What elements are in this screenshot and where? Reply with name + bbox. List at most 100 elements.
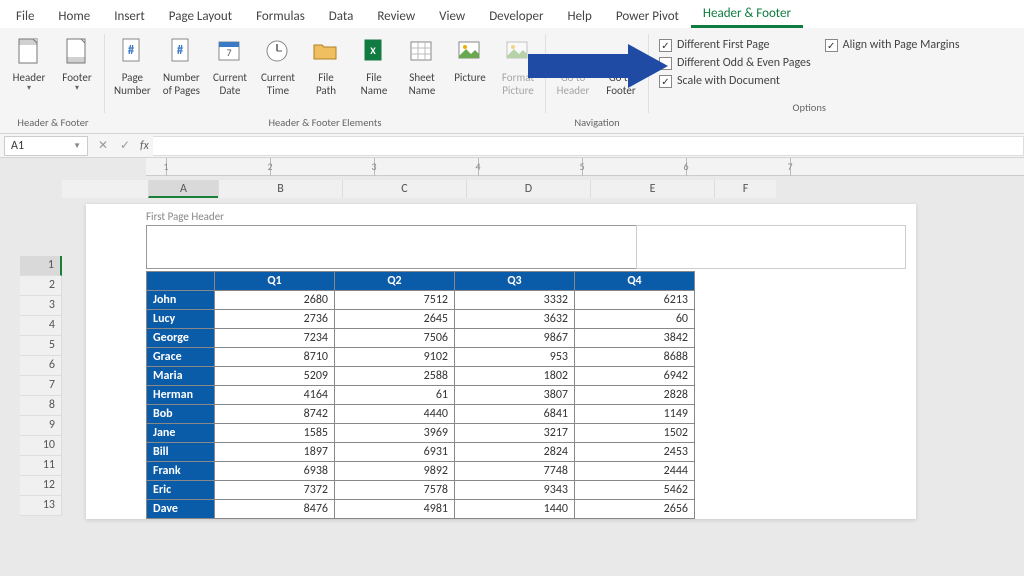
data-table[interactable]: Q1Q2Q3Q4 John2680751233326213 Lucy27362645… [146, 271, 695, 519]
row-header[interactable]: 4 [20, 316, 62, 336]
row-name-cell[interactable]: Bill [147, 443, 215, 462]
data-cell[interactable]: 2444 [575, 462, 695, 481]
data-cell[interactable]: 3807 [455, 386, 575, 405]
tab-formulas[interactable]: Formulas [244, 4, 317, 28]
tab-insert[interactable]: Insert [102, 4, 157, 28]
row-name-cell[interactable]: Jane [147, 424, 215, 443]
tab-review[interactable]: Review [365, 4, 427, 28]
data-cell[interactable]: 2656 [575, 500, 695, 519]
data-cell[interactable]: 2645 [335, 310, 455, 329]
tab-page-layout[interactable]: Page Layout [157, 4, 244, 28]
data-cell[interactable]: 7234 [215, 329, 335, 348]
data-cell[interactable]: 3332 [455, 291, 575, 310]
data-cell[interactable]: 61 [335, 386, 455, 405]
data-cell[interactable]: 9343 [455, 481, 575, 500]
data-cell[interactable]: 5462 [575, 481, 695, 500]
data-cell[interactable]: 7748 [455, 462, 575, 481]
data-cell[interactable]: 2453 [575, 443, 695, 462]
picture-button[interactable]: Picture [447, 30, 493, 113]
row-header[interactable]: 3 [20, 296, 62, 316]
tab-data[interactable]: Data [317, 4, 366, 28]
data-cell[interactable]: 8688 [575, 348, 695, 367]
row-name-cell[interactable]: Grace [147, 348, 215, 367]
data-cell[interactable]: 7506 [335, 329, 455, 348]
row-header[interactable]: 5 [20, 336, 62, 356]
fx-icon[interactable]: fx [140, 139, 149, 153]
data-cell[interactable]: 1802 [455, 367, 575, 386]
header-button[interactable]: Header▾ [6, 30, 52, 113]
data-cell[interactable]: 9892 [335, 462, 455, 481]
data-cell[interactable]: 3632 [455, 310, 575, 329]
row-name-cell[interactable]: Frank [147, 462, 215, 481]
footer-button[interactable]: Footer▾ [54, 30, 100, 113]
row-header[interactable]: 9 [20, 416, 62, 436]
row-name-cell[interactable]: Dave [147, 500, 215, 519]
sheet-name-button[interactable]: SheetName [399, 30, 445, 113]
file-name-button[interactable]: XFileName [351, 30, 397, 113]
table-header[interactable]: Q1 [215, 272, 335, 291]
column-header-a[interactable]: A [148, 180, 218, 198]
row-name-cell[interactable]: Bob [147, 405, 215, 424]
row-name-cell[interactable]: George [147, 329, 215, 348]
checkbox-different-odd-even-pages[interactable]: Different Odd & Even Pages [659, 56, 811, 70]
data-cell[interactable]: 60 [575, 310, 695, 329]
data-cell[interactable]: 3842 [575, 329, 695, 348]
data-cell[interactable]: 7512 [335, 291, 455, 310]
data-cell[interactable]: 6841 [455, 405, 575, 424]
data-cell[interactable]: 4440 [335, 405, 455, 424]
tab-view[interactable]: View [427, 4, 477, 28]
table-header[interactable]: Q3 [455, 272, 575, 291]
checkbox-scale-with-document[interactable]: ✓Scale with Document [659, 74, 811, 88]
row-header[interactable]: 13 [20, 496, 62, 516]
data-cell[interactable]: 1149 [575, 405, 695, 424]
column-header-f[interactable]: F [714, 180, 776, 198]
data-cell[interactable]: 7578 [335, 481, 455, 500]
data-cell[interactable]: 2828 [575, 386, 695, 405]
data-cell[interactable]: 5209 [215, 367, 335, 386]
data-cell[interactable]: 9867 [455, 329, 575, 348]
table-header[interactable]: Q4 [575, 272, 695, 291]
data-cell[interactable]: 3217 [455, 424, 575, 443]
table-header[interactable]: Q2 [335, 272, 455, 291]
checkbox-align-with-page-margins[interactable]: ✓Align with Page Margins [825, 38, 960, 52]
data-cell[interactable]: 4164 [215, 386, 335, 405]
row-header[interactable]: 11 [20, 456, 62, 476]
data-cell[interactable]: 1502 [575, 424, 695, 443]
data-cell[interactable]: 8710 [215, 348, 335, 367]
name-box[interactable]: A1▼ [4, 136, 88, 156]
data-cell[interactable]: 953 [455, 348, 575, 367]
tab-developer[interactable]: Developer [477, 4, 555, 28]
data-cell[interactable]: 8742 [215, 405, 335, 424]
row-header[interactable]: 7 [20, 376, 62, 396]
file-path-button[interactable]: FilePath [303, 30, 349, 113]
data-cell[interactable]: 1897 [215, 443, 335, 462]
data-cell[interactable]: 1440 [455, 500, 575, 519]
row-header[interactable]: 2 [20, 276, 62, 296]
data-cell[interactable]: 2680 [215, 291, 335, 310]
row-name-cell[interactable]: Eric [147, 481, 215, 500]
row-name-cell[interactable]: John [147, 291, 215, 310]
current-time-button[interactable]: CurrentTime [255, 30, 301, 113]
tab-header-footer[interactable]: Header & Footer [691, 1, 803, 28]
data-cell[interactable]: 2736 [215, 310, 335, 329]
column-header-c[interactable]: C [342, 180, 466, 198]
row-header[interactable]: 1 [20, 256, 62, 276]
data-cell[interactable]: 8476 [215, 500, 335, 519]
data-cell[interactable]: 1585 [215, 424, 335, 443]
row-header[interactable]: 10 [20, 436, 62, 456]
data-cell[interactable]: 7372 [215, 481, 335, 500]
data-cell[interactable]: 3969 [335, 424, 455, 443]
data-cell[interactable]: 9102 [335, 348, 455, 367]
row-name-cell[interactable]: Herman [147, 386, 215, 405]
row-header[interactable]: 12 [20, 476, 62, 496]
data-cell[interactable]: 2824 [455, 443, 575, 462]
row-name-cell[interactable]: Lucy [147, 310, 215, 329]
row-name-cell[interactable]: Maria [147, 367, 215, 386]
table-header[interactable] [147, 272, 215, 291]
header-edit-area[interactable] [146, 225, 906, 269]
column-header-d[interactable]: D [466, 180, 590, 198]
current-date-button[interactable]: 7CurrentDate [207, 30, 253, 113]
tab-file[interactable]: File [4, 4, 46, 28]
data-cell[interactable]: 6213 [575, 291, 695, 310]
row-header[interactable]: 6 [20, 356, 62, 376]
